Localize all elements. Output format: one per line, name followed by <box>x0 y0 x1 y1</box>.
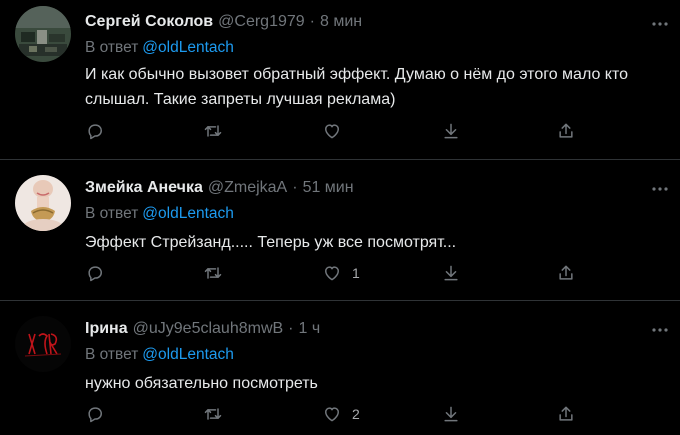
download-button[interactable] <box>441 262 461 284</box>
tweet-header: Сергей Соколов @Cerg1979 · 8 мин <box>85 12 362 32</box>
reply-to-link[interactable]: @oldLentach <box>142 205 234 222</box>
reply-button[interactable] <box>85 403 105 425</box>
like-button[interactable] <box>322 120 352 142</box>
more-horizontal-icon[interactable] <box>650 179 670 199</box>
heart-icon <box>325 407 339 422</box>
separator-dot: · <box>292 179 298 196</box>
retweet-button[interactable] <box>203 403 223 425</box>
tweet[interactable]: Змейка Анечка @ZmejkaA · 51 мин В ответ @… <box>0 160 680 301</box>
download-arrow-icon <box>444 265 458 281</box>
reply-context: В ответ @oldLentach <box>85 38 234 58</box>
avatar-image <box>15 6 71 62</box>
retweet-button[interactable] <box>203 262 223 284</box>
reply-prefix: В ответ <box>85 346 139 363</box>
more-horizontal-icon[interactable] <box>650 14 670 34</box>
avatar-image <box>15 175 71 231</box>
retweet-icon <box>204 267 222 279</box>
retweet-button[interactable] <box>203 120 223 142</box>
tweet-actions <box>85 120 585 144</box>
timestamp[interactable]: 8 мин <box>320 12 362 32</box>
tweet-text: Эффект Стрейзанд..... Теперь уж все посм… <box>85 234 457 251</box>
like-count: 1 <box>352 265 360 281</box>
share-button[interactable] <box>556 262 576 284</box>
user-handle[interactable]: @uJy9e5clauh8mwB <box>133 319 284 339</box>
share-button[interactable] <box>556 403 576 425</box>
separator-dot: · <box>288 320 294 337</box>
user-handle[interactable]: @ZmejkaA <box>208 178 287 198</box>
share-icon <box>559 123 573 138</box>
like-count: 2 <box>352 406 360 422</box>
tweet[interactable]: Ірина @uJy9e5clauh8mwB · 1 ч В ответ @old… <box>0 301 680 435</box>
display-name[interactable]: Сергей Соколов <box>85 12 213 32</box>
avatar-image <box>15 316 71 372</box>
separator-dot: · <box>309 13 315 30</box>
reply-context: В ответ @oldLentach <box>85 345 234 365</box>
heart-icon <box>325 266 339 281</box>
avatar[interactable] <box>15 6 71 62</box>
avatar[interactable] <box>15 316 71 372</box>
reply-bubble-icon <box>88 266 102 282</box>
reply-bubble-icon <box>88 124 102 140</box>
reply-button[interactable] <box>85 120 105 142</box>
tweet-text: нужно обязательно посмотреть <box>85 375 318 392</box>
display-name[interactable]: Змейка Анечка <box>85 178 203 198</box>
reply-to-link[interactable]: @oldLentach <box>142 39 234 56</box>
tweet-header: Ірина @uJy9e5clauh8mwB · 1 ч <box>85 319 320 339</box>
download-button[interactable] <box>441 403 461 425</box>
like-button[interactable]: 1 <box>322 262 360 284</box>
avatar[interactable] <box>15 175 71 231</box>
heart-icon <box>325 124 339 139</box>
display-name[interactable]: Ірина <box>85 319 128 339</box>
reply-prefix: В ответ <box>85 205 139 222</box>
share-icon <box>559 265 573 280</box>
retweet-icon <box>204 408 222 420</box>
tweet-header: Змейка Анечка @ZmejkaA · 51 мин <box>85 178 354 198</box>
tweet-actions: 1 <box>85 262 585 286</box>
timestamp[interactable]: 1 ч <box>299 319 321 339</box>
download-arrow-icon <box>444 123 458 139</box>
share-button[interactable] <box>556 120 576 142</box>
download-button[interactable] <box>441 120 461 142</box>
tweet-actions: 2 <box>85 403 585 427</box>
like-button[interactable]: 2 <box>322 403 360 425</box>
share-icon <box>559 406 573 421</box>
download-arrow-icon <box>444 406 458 422</box>
timestamp[interactable]: 51 мин <box>303 178 354 198</box>
reply-button[interactable] <box>85 262 105 284</box>
tweet[interactable]: Сергей Соколов @Cerg1979 · 8 мин В ответ… <box>0 0 680 160</box>
reply-bubble-icon <box>88 407 102 423</box>
reply-to-link[interactable]: @oldLentach <box>142 346 234 363</box>
user-handle[interactable]: @Cerg1979 <box>218 12 305 32</box>
more-horizontal-icon[interactable] <box>650 320 670 340</box>
tweet-text: И как обычно вызовет обратный эффект. Ду… <box>85 66 629 108</box>
reply-prefix: В ответ <box>85 39 139 56</box>
retweet-icon <box>204 125 222 137</box>
reply-context: В ответ @oldLentach <box>85 204 234 224</box>
